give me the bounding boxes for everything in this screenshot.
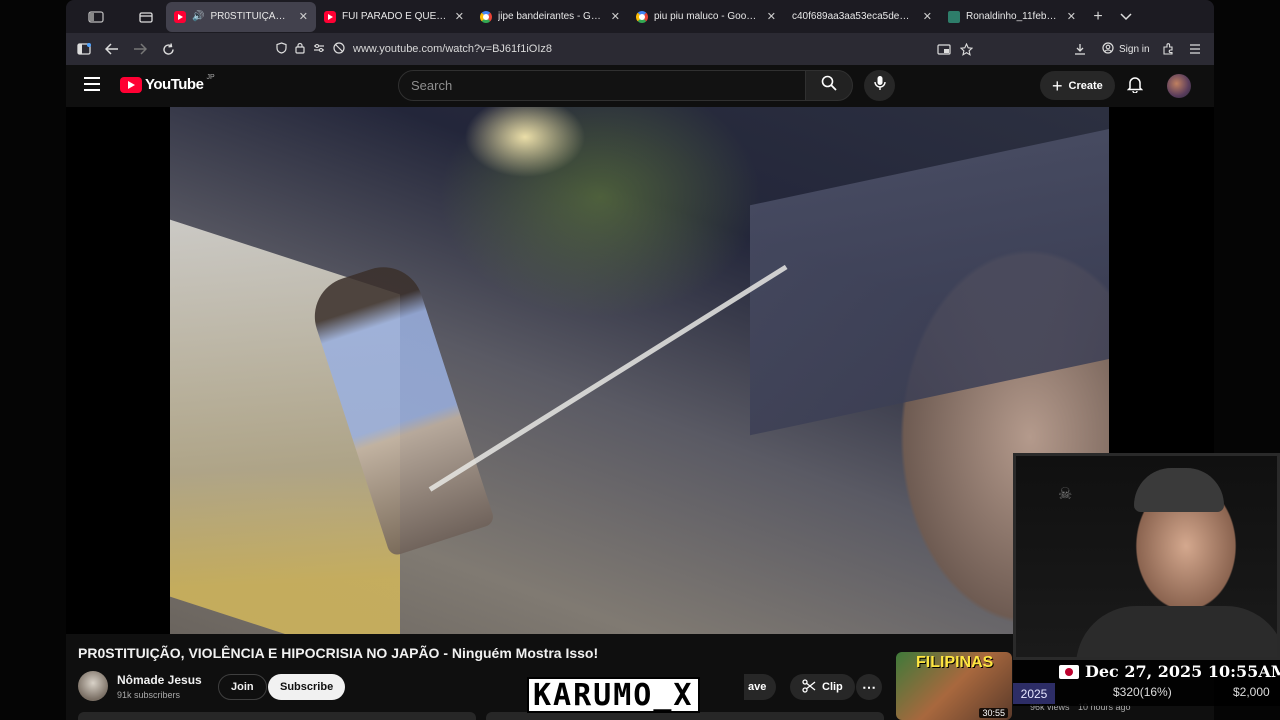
donation-goal-overlay: Dec 27, 2025 10:55AM 2025 $320(16%) $2,0… [1013, 660, 1280, 706]
autoplay-blocked-icon[interactable] [333, 41, 345, 57]
scissors-icon [802, 678, 816, 696]
google-favicon-icon [480, 10, 492, 23]
logo-region: JP [206, 74, 215, 81]
notifications-button[interactable] [1123, 74, 1147, 98]
tab-video-prostituicao[interactable]: 🔊 PR0STITUIÇÃO, VIOLÊN ✕ [166, 1, 316, 32]
tab-overview-icon[interactable] [126, 3, 166, 31]
join-button[interactable]: Join [218, 674, 267, 700]
search-button[interactable] [805, 70, 853, 101]
webcam-shirt [1076, 606, 1277, 657]
account-icon [1102, 42, 1114, 57]
navigation-toolbar: www.youtube.com/watch?v=BJ61f1iOIz8 Sign… [66, 33, 1214, 65]
youtube-favicon-icon [324, 10, 336, 23]
tab-label: FUI PARADO E QUESTIONAD [342, 11, 447, 22]
create-label: Create [1068, 79, 1103, 92]
sidebar-toggle-icon[interactable] [66, 3, 126, 31]
close-tab-icon[interactable]: ✕ [455, 10, 464, 23]
clip-label: Clip [822, 681, 843, 693]
guide-menu-icon[interactable] [84, 77, 100, 91]
tab-label: piu piu maluco - Google Sea [654, 11, 759, 22]
tab-hash-file[interactable]: c40f689aa3aa53eca5de3dbc31 ✕ [784, 2, 940, 32]
goal-target: $2,000 [1233, 685, 1270, 699]
description-card-edge [78, 712, 476, 720]
save-button[interactable]: ave [744, 674, 777, 700]
video-duration: 30:55 [979, 708, 1008, 718]
tab-label: Ronaldinho_11feb2007.jpg ( [966, 11, 1059, 22]
close-tab-icon[interactable]: ✕ [299, 10, 308, 23]
bookmark-star-icon[interactable] [952, 35, 980, 63]
download-icon[interactable] [1066, 35, 1094, 63]
new-tab-icon[interactable]: + [1084, 3, 1112, 31]
youtube-play-icon [120, 76, 142, 93]
datetime-display: Dec 27, 2025 10:55AM [1085, 662, 1280, 681]
subscriber-count: 91k subscribers [117, 690, 181, 700]
search-box[interactable] [398, 70, 806, 101]
lock-icon[interactable] [295, 42, 305, 57]
video-frame-wall [750, 128, 1109, 436]
logo-text: YouTube [145, 76, 204, 93]
tab-label: c40f689aa3aa53eca5de3dbc31 [792, 11, 915, 22]
plus-icon: + [1052, 75, 1063, 96]
japan-flag-icon [1059, 665, 1079, 679]
save-label: ave [748, 681, 767, 693]
close-tab-icon[interactable]: ✕ [611, 10, 620, 23]
tab-fui-parado[interactable]: FUI PARADO E QUESTIONAD ✕ [316, 2, 472, 32]
comments-card-edge [486, 712, 884, 720]
extensions-icon[interactable] [1154, 35, 1182, 63]
channel-name[interactable]: Nômade Jesus [117, 673, 202, 687]
thumbnail-text: FILIPINAS [916, 654, 994, 671]
speaker-icon[interactable]: 🔊 [192, 11, 204, 22]
close-tab-icon[interactable]: ✕ [1067, 10, 1076, 23]
tab-label: jipe bandeirantes - Google S [498, 11, 603, 22]
menu-icon[interactable] [1181, 35, 1209, 63]
skull-flag-icon: ☠ [1058, 486, 1073, 503]
tab-strip: 🔊 PR0STITUIÇÃO, VIOLÊN ✕ FUI PARADO E QU… [66, 0, 1214, 33]
chevron-down-icon[interactable] [1112, 3, 1140, 31]
microphone-icon [873, 75, 886, 96]
sidebar-icon[interactable] [70, 35, 98, 63]
video-title: PR0STITUIÇÃO, VIOLÊNCIA E HIPOCRISIA NO … [78, 645, 599, 661]
webcam-cap [1134, 468, 1224, 512]
year-badge: 2025 [1013, 683, 1055, 704]
sign-in-button[interactable]: Sign in [1102, 42, 1150, 57]
sign-in-label: Sign in [1119, 44, 1150, 55]
youtube-logo[interactable]: YouTube JP [120, 74, 215, 93]
voice-search-button[interactable] [864, 70, 895, 101]
channel-avatar[interactable] [78, 671, 108, 701]
shield-icon[interactable] [276, 41, 287, 57]
recommended-video-thumbnail[interactable]: FILIPINAS 30:55 [896, 652, 1012, 720]
video-frame-road-line [428, 264, 788, 492]
forward-arrow-icon[interactable] [126, 35, 154, 63]
clip-button[interactable]: Clip [790, 674, 855, 700]
more-dots-icon: ⋯ [862, 678, 876, 695]
create-button[interactable]: + Create [1040, 71, 1115, 100]
webcam-overlay: ☠ [1013, 453, 1280, 660]
youtube-header: YouTube JP + Create [66, 65, 1214, 107]
close-tab-icon[interactable]: ✕ [923, 10, 932, 23]
tab-label: PR0STITUIÇÃO, VIOLÊN [210, 11, 290, 22]
subscribe-button[interactable]: Subscribe [268, 674, 346, 700]
back-arrow-icon[interactable] [98, 35, 126, 63]
google-favicon-icon [636, 10, 648, 23]
account-avatar[interactable] [1167, 74, 1191, 98]
video-player[interactable] [170, 107, 1109, 634]
tab-ronaldinho-image[interactable]: Ronaldinho_11feb2007.jpg ( ✕ [940, 2, 1084, 32]
image-favicon-icon [948, 10, 960, 23]
streamer-watermark: KARUMO_X [527, 677, 700, 713]
more-actions-button[interactable]: ⋯ [856, 674, 882, 700]
goal-current: $320(16%) [1113, 685, 1172, 699]
youtube-favicon-icon [174, 10, 186, 23]
tab-jipe-bandeirantes[interactable]: jipe bandeirantes - Google S ✕ [472, 2, 628, 32]
close-tab-icon[interactable]: ✕ [767, 10, 776, 23]
address-bar[interactable]: www.youtube.com/watch?v=BJ61f1iOIz8 [270, 36, 982, 62]
reload-icon[interactable] [154, 35, 182, 63]
search-input[interactable] [411, 78, 805, 93]
bell-icon [1126, 75, 1144, 98]
search-icon [821, 75, 837, 96]
url-text[interactable]: www.youtube.com/watch?v=BJ61f1iOIz8 [353, 43, 552, 55]
tab-piu-piu-maluco[interactable]: piu piu maluco - Google Sea ✕ [628, 2, 784, 32]
permissions-icon[interactable] [313, 43, 325, 56]
